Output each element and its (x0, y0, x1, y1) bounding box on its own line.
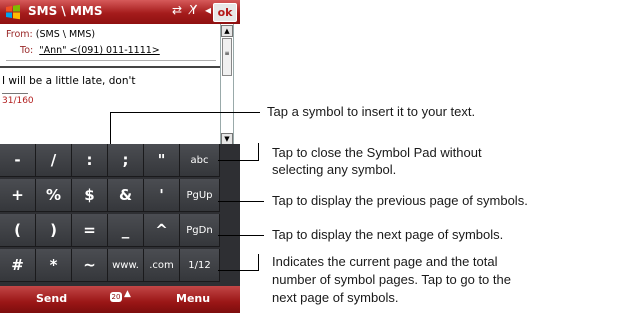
body-divider (0, 66, 220, 68)
message-header: From: (SMS \ MMS) To: "Ann" <(091) 011-1… (0, 24, 220, 64)
callout-line-insert-horizontal (110, 112, 260, 113)
windows-start-icon[interactable] (4, 3, 22, 21)
input-panel-icon[interactable]: 20 (110, 292, 122, 302)
counter-divider (2, 93, 28, 94)
callout-prev: Tap to display the previous page of symb… (272, 193, 528, 208)
symbol-key[interactable]: = (72, 214, 108, 247)
header-divider (6, 60, 216, 61)
callout-line-close (218, 160, 258, 161)
symbol-key[interactable]: # (0, 249, 36, 282)
callout-close-line2: selecting any symbol. (272, 162, 397, 177)
symbol-key[interactable]: * (36, 249, 72, 282)
ok-button[interactable]: ok (213, 3, 237, 22)
symbol-key[interactable]: : (72, 144, 108, 177)
menu-softkey[interactable]: Menu (176, 292, 210, 305)
symbol-key[interactable]: _ (108, 214, 144, 247)
page-down-button[interactable]: PgDn (180, 214, 220, 247)
from-label: From: (6, 29, 33, 40)
to-field[interactable]: "Ann" <(091) 011-1111> (39, 45, 160, 56)
caret-up-icon[interactable]: ▲ (124, 289, 131, 299)
callout-line-page (218, 270, 258, 271)
from-row: From: (SMS \ MMS) (6, 29, 95, 40)
input-selector[interactable]: 20 ▲ (110, 289, 132, 307)
scroll-up-arrow-icon[interactable]: ▲ (221, 25, 233, 37)
symbol-key[interactable]: $ (72, 179, 108, 212)
symbol-pad: - / : ; " abc + % $ & ' PgUp ( ) = _ ^ P… (0, 144, 240, 286)
character-counter: 31/160 (2, 96, 34, 106)
to-row[interactable]: To: "Ann" <(091) 011-1111> (6, 45, 160, 56)
phone-screen: SMS \ MMS ⇄ Y̸ ◂ε ok From: (SMS \ MMS) T… (0, 0, 240, 313)
title-bar: SMS \ MMS ⇄ Y̸ ◂ε ok (0, 0, 240, 24)
callout-page-line3: next page of symbols. (272, 290, 399, 305)
symbol-key[interactable]: ~ (72, 249, 108, 282)
softkey-bar: Send 20 ▲ Menu (0, 286, 240, 313)
from-value: (SMS \ MMS) (35, 29, 96, 40)
callout-next: Tap to display the next page of symbols. (272, 227, 504, 242)
callout-page-line2: number of symbol pages. Tap to go to the (272, 272, 511, 287)
callout-close-line1: Tap to close the Symbol Pad without (272, 145, 482, 160)
symbol-key[interactable]: ; (108, 144, 144, 177)
symbol-key[interactable]: - (0, 144, 36, 177)
callout-line-next (218, 235, 264, 236)
symbol-key[interactable]: ( (0, 214, 36, 247)
page-up-button[interactable]: PgUp (180, 179, 220, 212)
window-title: SMS \ MMS (28, 4, 103, 18)
symbol-key[interactable]: + (0, 179, 36, 212)
callout-line-prev (218, 201, 264, 202)
symbol-key[interactable]: / (36, 144, 72, 177)
symbol-key[interactable]: ^ (144, 214, 180, 247)
symbol-key[interactable]: " (144, 144, 180, 177)
symbol-key[interactable]: ) (36, 214, 72, 247)
callout-page-line1: Indicates the current page and the total (272, 254, 498, 269)
page-indicator-button[interactable]: 1/12 (180, 249, 220, 282)
message-body[interactable]: I will be a little late, don't (2, 75, 135, 87)
callout-line-close-bracket (258, 143, 259, 161)
symbol-key-www[interactable]: www. (108, 249, 144, 282)
callout-insert: Tap a symbol to insert it to your text. (267, 104, 476, 119)
send-softkey[interactable]: Send (36, 292, 67, 305)
abc-button[interactable]: abc (180, 144, 220, 177)
scrollbar[interactable]: ▲ ≡ ▼ (220, 24, 234, 145)
callout-line-insert-vertical (110, 112, 111, 144)
callout-line-page-bracket (258, 254, 259, 271)
symbol-key[interactable]: % (36, 179, 72, 212)
symbol-key-com[interactable]: .com (144, 249, 180, 282)
to-label: To: (20, 45, 34, 56)
scroll-thumb[interactable]: ≡ (222, 38, 232, 76)
symbol-key[interactable]: ' (144, 179, 180, 212)
symbol-key[interactable]: & (108, 179, 144, 212)
